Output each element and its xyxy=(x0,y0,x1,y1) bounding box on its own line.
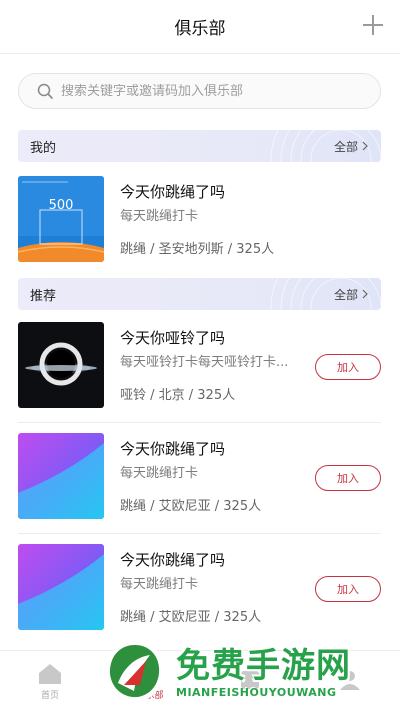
club-meta: 跳绳 / 艾欧尼亚 / 325人 xyxy=(120,610,262,625)
search-icon xyxy=(37,83,53,99)
club-meta: 跳绳 / 圣安地列斯 / 325人 xyxy=(120,242,275,257)
tab-home[interactable]: 首页 xyxy=(0,651,100,711)
club-thumbnail-gradient xyxy=(18,544,104,630)
club-row-recommended[interactable]: 今天你跳绳了吗 每天跳绳打卡 跳绳 / 艾欧尼亚 / 325人 加入 xyxy=(18,433,381,521)
club-row-mine[interactable]: 500 今天你跳绳了吗 每天跳绳打卡 跳绳 / 圣安地列斯 / 325人 xyxy=(18,176,381,264)
club-thumbnail-blackhole xyxy=(18,322,104,408)
home-icon xyxy=(39,663,61,684)
watermark-subtitle: MIANFEISHOUYOUWANG xyxy=(176,685,337,699)
page-title: 俱乐部 xyxy=(174,19,226,39)
see-all-label: 全部 xyxy=(333,287,358,302)
club-thumbnail-gradient xyxy=(18,433,104,519)
search-bar[interactable] xyxy=(18,73,381,109)
see-all-mine-link[interactable]: 全部 xyxy=(334,138,369,155)
club-name: 今天你跳绳了吗 xyxy=(120,183,226,201)
watermark: 免费手游网 MIANFEISHOUYOUWANG xyxy=(100,633,400,711)
club-name: 今天你哑铃了吗 xyxy=(120,329,226,347)
section-label-mine: 我的 xyxy=(30,140,57,156)
club-name: 今天你跳绳了吗 xyxy=(120,551,226,569)
section-header-recommend: 推荐 全部 xyxy=(18,278,381,310)
thumbnail-number: 500 xyxy=(48,198,74,213)
club-meta: 跳绳 / 艾欧尼亚 / 325人 xyxy=(120,499,262,514)
watermark-logo-icon xyxy=(105,641,165,702)
watermark-title: 免费手游网 xyxy=(176,645,351,686)
club-row-recommended[interactable]: 今天你哑铃了吗 每天哑铃打卡每天哑铃打卡... 哑铃 / 北京 / 325人 加… xyxy=(18,322,381,410)
join-button[interactable]: 加入 xyxy=(315,465,381,491)
club-thumbnail-jumprope: 500 xyxy=(18,176,104,262)
join-button[interactable]: 加入 xyxy=(315,354,381,380)
club-description: 每天哑铃打卡每天哑铃打卡... xyxy=(120,355,289,370)
chevron-right-icon xyxy=(362,141,368,151)
add-club-plus-icon[interactable] xyxy=(362,14,384,36)
see-all-label: 全部 xyxy=(333,139,358,154)
section-label-recommend: 推荐 xyxy=(30,288,57,304)
club-name: 今天你跳绳了吗 xyxy=(120,440,226,458)
club-row-recommended[interactable]: 今天你跳绳了吗 每天跳绳打卡 跳绳 / 艾欧尼亚 / 325人 加入 xyxy=(18,544,381,632)
join-button[interactable]: 加入 xyxy=(315,576,381,602)
chevron-right-icon xyxy=(362,289,368,299)
tab-home-label: 首页 xyxy=(40,690,59,701)
club-description: 每天跳绳打卡 xyxy=(120,209,199,224)
top-bar: 俱乐部 xyxy=(0,0,400,54)
divider xyxy=(18,533,381,534)
divider xyxy=(18,422,381,423)
club-description: 每天跳绳打卡 xyxy=(120,577,199,592)
section-header-mine: 我的 全部 xyxy=(18,130,381,162)
see-all-recommend-link[interactable]: 全部 xyxy=(334,286,369,303)
search-input[interactable] xyxy=(61,83,361,99)
club-description: 每天跳绳打卡 xyxy=(120,466,199,481)
club-meta: 哑铃 / 北京 / 325人 xyxy=(120,388,236,403)
